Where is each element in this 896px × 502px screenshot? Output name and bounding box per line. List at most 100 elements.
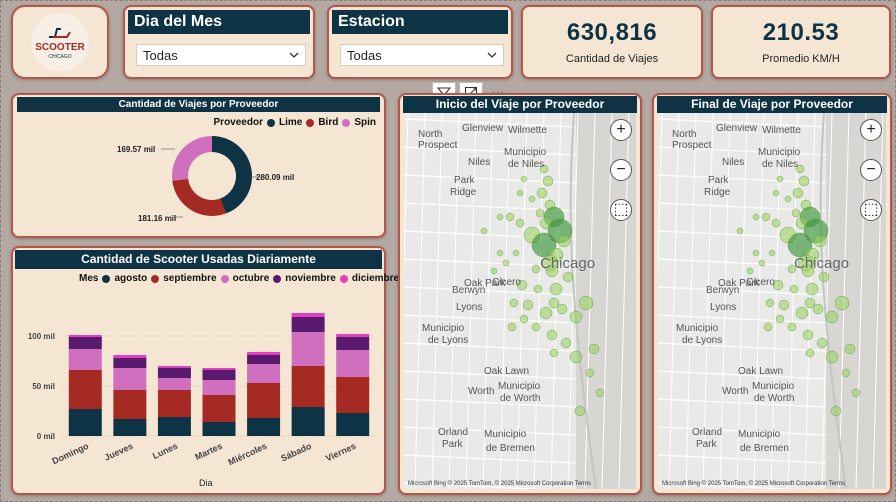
map-bubble[interactable] [560,337,572,349]
bar-segment-septiembre[interactable] [157,390,191,417]
map-bubble[interactable] [516,189,524,197]
bar-segment-noviembre[interactable] [68,337,102,349]
map-bubble[interactable] [549,282,563,296]
donut-slice-bird[interactable] [172,178,226,216]
bar-segment-agosto[interactable] [247,418,281,436]
map-bubble[interactable] [763,322,773,332]
map-bubble[interactable] [761,212,771,222]
map-bubble[interactable] [502,259,510,267]
map-bubble[interactable] [557,234,571,248]
dia-del-mes-dropdown[interactable]: Todas [136,44,306,66]
zoom-in-icon[interactable]: + [860,119,882,141]
map-bubble[interactable] [588,343,600,355]
map-bubble[interactable] [595,388,605,398]
bar-segment-noviembre[interactable] [157,368,191,378]
map-bubble[interactable] [758,259,766,267]
map-bubble[interactable] [825,350,839,364]
map-bubble[interactable] [542,175,554,187]
bar-segment-octubre[interactable] [157,378,191,390]
zoom-out-icon[interactable]: − [610,159,632,181]
bar-segment-agosto[interactable] [157,417,191,436]
bar-segment-octubre[interactable] [291,332,325,366]
map-bubble[interactable] [813,234,827,248]
map-bubble[interactable] [574,405,586,417]
map-bubble[interactable] [746,267,754,275]
estacion-dropdown[interactable]: Todas [340,44,504,66]
map-bubble[interactable] [505,212,515,222]
bar-segment-noviembre[interactable] [336,337,370,350]
map-bubble[interactable] [490,267,498,275]
bar-segment-noviembre[interactable] [202,370,236,380]
bar-segment-noviembre[interactable] [113,358,147,368]
map-bubble[interactable] [834,295,850,311]
map-bubble[interactable] [830,405,842,417]
map-bubble[interactable] [519,314,529,324]
map-bubble[interactable] [804,297,816,309]
map-bubble[interactable] [784,195,792,203]
bar-segment-octubre[interactable] [247,364,281,383]
map-bubble[interactable] [805,282,819,296]
map-bubble[interactable] [765,298,775,308]
map-bubble[interactable] [752,249,760,257]
bar-segment-agosto[interactable] [336,413,370,436]
map-final[interactable]: North Prospect Glenview Wilmette Municipio de… [658,113,886,489]
bar-segment-diciembre[interactable] [247,352,281,355]
map-bubble[interactable] [549,348,559,358]
map-bubble[interactable] [778,299,790,311]
bar-segment-septiembre[interactable] [336,377,370,413]
map-bubble[interactable] [531,264,541,274]
map-bubble[interactable] [802,329,814,341]
select-area-icon[interactable]: ⬚ [860,199,882,221]
map-bubble[interactable] [512,249,520,257]
map-bubble[interactable] [515,218,525,228]
map-bubble[interactable] [816,337,828,349]
bar-segment-diciembre[interactable] [291,313,325,317]
map-bubble[interactable] [578,295,594,311]
map-bubble[interactable] [851,388,861,398]
map-bubble[interactable] [585,368,595,378]
map-bubble[interactable] [496,213,504,221]
bar-segment-septiembre[interactable] [113,390,147,419]
map-bubble[interactable] [818,271,830,283]
zoom-out-icon[interactable]: − [860,159,882,181]
bar-segment-diciembre[interactable] [336,334,370,337]
map-bubble[interactable] [771,218,781,228]
map-bubble[interactable] [775,314,785,324]
map-bubble[interactable] [569,310,583,324]
bar-segment-diciembre[interactable] [68,335,102,337]
map-bubble[interactable] [546,329,558,341]
map-bubble[interactable] [825,310,839,324]
map-bubble[interactable] [533,284,543,294]
bar-segment-septiembre[interactable] [247,383,281,418]
bar-segment-septiembre[interactable] [291,366,325,407]
bar-segment-diciembre[interactable] [157,366,191,368]
map-bubble[interactable] [535,208,545,218]
map-bubble[interactable] [539,306,553,320]
bar-segment-octubre[interactable] [113,368,147,390]
map-bubble[interactable] [507,322,517,332]
map-bubble[interactable] [569,350,583,364]
map-bubble[interactable] [787,322,797,332]
map-bubble[interactable] [548,297,560,309]
bar-segment-agosto[interactable] [291,407,325,436]
bar-segment-agosto[interactable] [68,409,102,436]
select-area-icon[interactable]: ⬚ [610,199,632,221]
bar-segment-septiembre[interactable] [68,370,102,409]
map-bubble[interactable] [509,298,519,308]
map-bubble[interactable] [772,189,780,197]
map-inicio[interactable]: North Prospect Glenview Wilmette Municipio de… [404,113,636,489]
map-bubble[interactable] [736,227,744,235]
map-bubble[interactable] [768,249,776,257]
donut-slice-spin[interactable] [172,136,212,181]
bar-segment-octubre[interactable] [202,380,236,395]
bar-segment-septiembre[interactable] [202,395,236,422]
bar-segment-agosto[interactable] [113,419,147,436]
map-bubble[interactable] [536,187,548,199]
map-bubble[interactable] [776,175,784,183]
map-bubble[interactable] [789,284,799,294]
map-bubble[interactable] [528,195,536,203]
map-bubble[interactable] [531,322,541,332]
map-bubble[interactable] [792,187,804,199]
bar-segment-diciembre[interactable] [202,368,236,370]
map-bubble[interactable] [522,299,534,311]
